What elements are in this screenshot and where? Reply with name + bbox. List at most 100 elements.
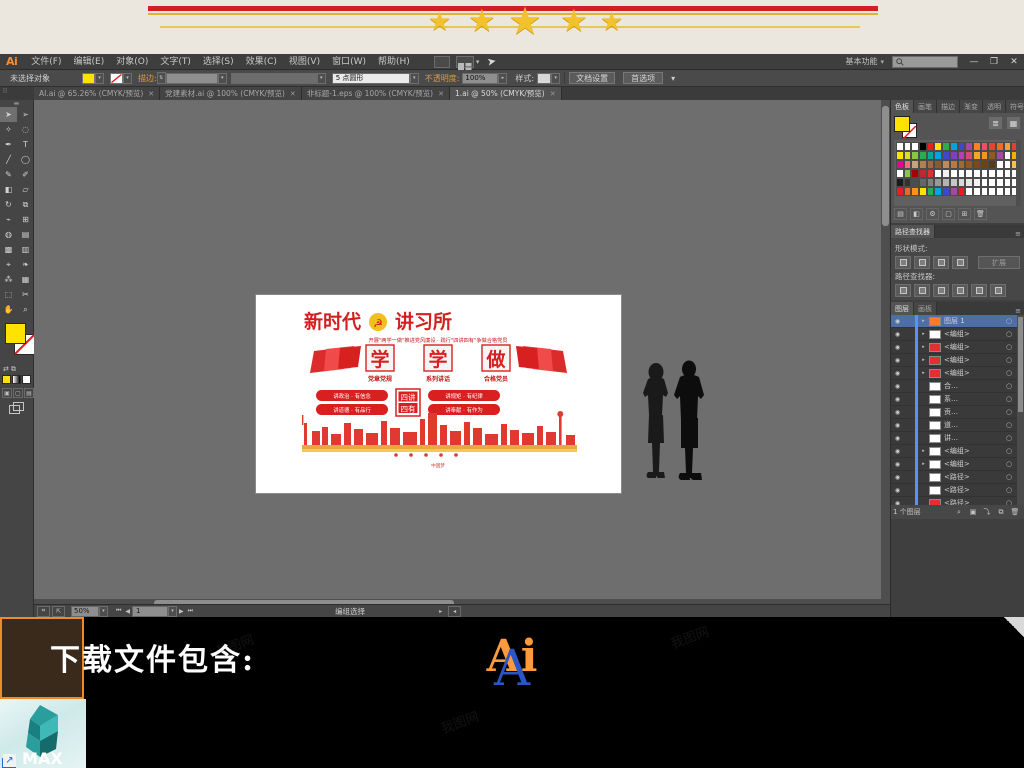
- swatch[interactable]: [942, 151, 950, 160]
- change-screen-mode-icon[interactable]: [0, 400, 34, 416]
- tab-artboards[interactable]: 画板: [914, 302, 937, 315]
- default-fill-stroke-icon[interactable]: ⧉: [11, 365, 16, 374]
- swatch[interactable]: [1003, 142, 1012, 151]
- show-kinds-icon[interactable]: ◧: [910, 208, 923, 220]
- close-icon[interactable]: ✕: [148, 90, 154, 98]
- swatch[interactable]: [903, 142, 912, 151]
- swatch[interactable]: [934, 142, 943, 151]
- fill-caret-icon[interactable]: ▾: [95, 72, 104, 84]
- target-indicator-icon[interactable]: ○: [1002, 330, 1016, 338]
- swatch[interactable]: [965, 151, 973, 160]
- draw-inside-icon[interactable]: ▤: [24, 388, 34, 398]
- swatch[interactable]: [972, 187, 981, 196]
- swatch[interactable]: [903, 169, 912, 178]
- tab-layers[interactable]: 图层: [891, 302, 914, 315]
- status-caret-icon[interactable]: ▸: [437, 608, 444, 615]
- swatch[interactable]: [957, 160, 966, 169]
- mesh-tool[interactable]: ▩: [0, 242, 17, 257]
- swatch[interactable]: [919, 160, 927, 169]
- target-indicator-icon[interactable]: ○: [1002, 343, 1016, 351]
- arrange-caret-icon[interactable]: ▾: [476, 58, 480, 66]
- menu-view[interactable]: 视图(V): [283, 54, 326, 70]
- scrollbar-thumb[interactable]: [882, 106, 889, 226]
- swatch[interactable]: [995, 187, 1004, 196]
- swatch[interactable]: [965, 187, 973, 196]
- gradient-icon[interactable]: [12, 375, 21, 384]
- swatch[interactable]: [903, 178, 912, 187]
- shape-builder-tool[interactable]: ◍: [0, 227, 17, 242]
- swatch[interactable]: [980, 169, 989, 178]
- brush-definition-select[interactable]: 5 点圆形: [331, 72, 410, 84]
- chevron-right-icon[interactable]: ▸: [918, 331, 929, 337]
- swatch[interactable]: [896, 142, 904, 151]
- swatch[interactable]: [988, 151, 996, 160]
- swatch[interactable]: [919, 151, 927, 160]
- swatch[interactable]: [965, 142, 973, 151]
- swatch[interactable]: [919, 178, 927, 187]
- target-indicator-icon[interactable]: ○: [1002, 395, 1016, 403]
- layer-row[interactable]: ◉ <路径> ○: [891, 470, 1024, 484]
- target-indicator-icon[interactable]: ○: [1002, 408, 1016, 416]
- swatch[interactable]: [995, 151, 1004, 160]
- tab-transparency[interactable]: 透明: [983, 100, 1006, 113]
- swatch[interactable]: [995, 142, 1004, 151]
- grid-view-icon[interactable]: ▦: [1006, 116, 1021, 130]
- document-tab[interactable]: AI.ai @ 65.26% (CMYK/预览) ✕: [34, 87, 161, 100]
- layer-row[interactable]: ◉ ▸ <编组> ○: [891, 340, 1024, 354]
- swatch[interactable]: [1003, 187, 1012, 196]
- swatch[interactable]: [965, 160, 973, 169]
- swatch[interactable]: [957, 187, 966, 196]
- graphic-style-select[interactable]: [537, 72, 552, 84]
- preferences-button[interactable]: 首选项: [623, 72, 664, 84]
- swatch[interactable]: [942, 187, 950, 196]
- restore-button[interactable]: ❐: [984, 54, 1004, 70]
- tab-pathfinder[interactable]: 路径查找器: [891, 225, 935, 238]
- layer-row[interactable]: ◉ ▸ <编组> ○: [891, 366, 1024, 380]
- pen-tool[interactable]: ✒: [0, 137, 17, 152]
- draw-behind-icon[interactable]: ▢: [13, 388, 23, 398]
- type-tool[interactable]: T: [17, 137, 34, 152]
- slice-tool[interactable]: ✂: [17, 287, 34, 302]
- next-artboard-button[interactable]: ▶: [177, 608, 186, 615]
- layer-list[interactable]: ◉ ▸ 图层 1 ○ ◉ ▸ <编组> ○ ◉ ▸ <编组> ○ ◉ ▸ <编组> ○ ◉ ▸ <编组> ○ ◉ 合… ○ ◉…: [891, 315, 1024, 505]
- divide-icon[interactable]: [895, 284, 911, 297]
- swatch[interactable]: [949, 142, 958, 151]
- swatch[interactable]: [919, 187, 927, 196]
- swap-fill-stroke-icon[interactable]: ⇄: [3, 365, 9, 373]
- eye-icon[interactable]: ◉: [891, 461, 904, 468]
- eyedropper-tool[interactable]: ⌖: [0, 257, 17, 272]
- swatch[interactable]: [896, 178, 904, 187]
- swatch[interactable]: [911, 187, 920, 196]
- delete-layer-icon[interactable]: 🗑: [1008, 506, 1022, 518]
- swatch[interactable]: [972, 169, 981, 178]
- unite-icon[interactable]: [895, 256, 911, 269]
- eye-icon[interactable]: ◉: [891, 318, 904, 325]
- artboard-tool[interactable]: ⬚: [0, 287, 17, 302]
- chevron-right-icon[interactable]: ▸: [918, 344, 929, 350]
- hand-tool[interactable]: ✋: [0, 302, 17, 317]
- create-new-sublayer-icon[interactable]: ⤵: [980, 506, 994, 518]
- workspace-selector-label[interactable]: 基本功能: [845, 56, 877, 67]
- swatch[interactable]: [934, 178, 943, 187]
- new-swatch-icon[interactable]: ⊞: [958, 208, 971, 220]
- artboard-caret-icon[interactable]: ▾: [168, 605, 178, 617]
- layer-row[interactable]: ◉ ▸ <编组> ○: [891, 327, 1024, 341]
- eye-icon[interactable]: ◉: [891, 409, 904, 416]
- swatch[interactable]: [980, 187, 989, 196]
- swatch[interactable]: [934, 151, 943, 160]
- blend-tool[interactable]: ❧: [17, 257, 34, 272]
- eye-icon[interactable]: ◉: [891, 474, 904, 481]
- swatch[interactable]: [896, 151, 904, 160]
- eye-icon[interactable]: ◉: [891, 370, 904, 377]
- swatch[interactable]: [926, 151, 935, 160]
- swatch[interactable]: [988, 160, 996, 169]
- swatch[interactable]: [926, 187, 935, 196]
- intersect-icon[interactable]: [933, 256, 949, 269]
- stroke-profile-select[interactable]: [230, 72, 317, 84]
- swatch[interactable]: [934, 187, 943, 196]
- canvas-area[interactable]: 新时代 ☭ 讲习所 开展"两学一做"推进党风廉设 · 践行"四讲四有"争做合格党…: [34, 100, 890, 617]
- first-artboard-button[interactable]: ⏮: [114, 607, 123, 615]
- stroke-swatch-button[interactable]: [110, 72, 123, 84]
- width-tool[interactable]: ⌁: [0, 212, 17, 227]
- swatch[interactable]: [995, 160, 1004, 169]
